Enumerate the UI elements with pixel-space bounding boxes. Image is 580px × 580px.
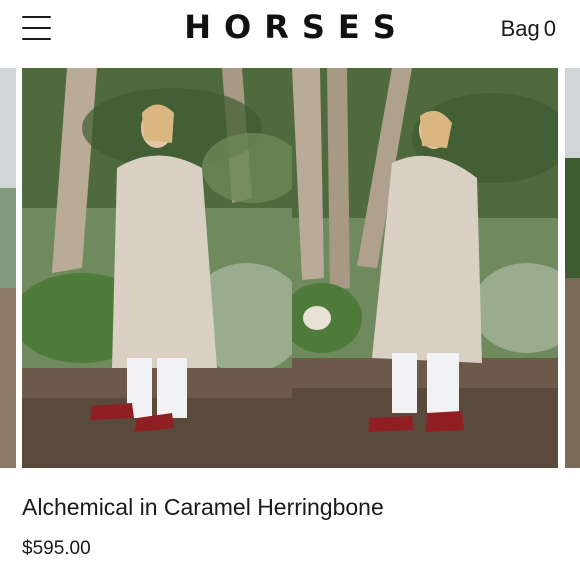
product-title: Alchemical in Caramel Herringbone	[22, 494, 384, 520]
product-photo-side[interactable]	[292, 68, 558, 468]
previous-slide-peek[interactable]	[0, 68, 16, 468]
product-photo-front[interactable]	[22, 68, 292, 468]
site-header: HORSES Bag 0	[0, 0, 580, 62]
product-price: $595.00	[22, 538, 91, 559]
shopping-bag-button[interactable]: Bag 0	[497, 16, 556, 42]
bag-count: 0	[543, 16, 556, 41]
product-image-carousel[interactable]	[0, 68, 580, 470]
bag-label: Bag	[500, 16, 540, 41]
brand-logo[interactable]: HORSES	[0, 8, 580, 46]
next-slide-peek[interactable]	[565, 68, 580, 468]
